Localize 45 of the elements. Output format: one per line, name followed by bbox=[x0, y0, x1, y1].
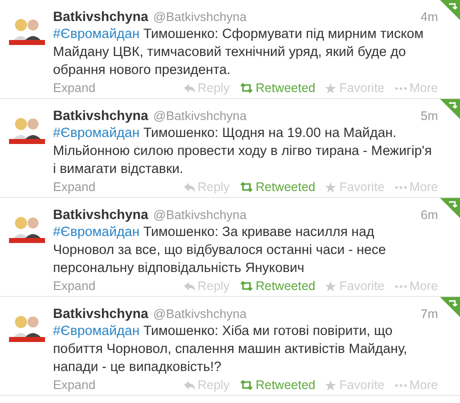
tweet-text: #Євромайдан Тимошенко: Сформувати під мирним тиском Майдану ЦВК, тимчасовий технічний уряд, який буде до обрання нового президента. bbox=[53, 25, 425, 79]
retweet-button[interactable]: Retweeted bbox=[240, 81, 316, 95]
timestamp[interactable]: 5m bbox=[420, 109, 438, 123]
expand-link[interactable]: Expand bbox=[53, 378, 96, 392]
user-handle: @Batkivshchyna bbox=[153, 208, 247, 222]
hashtag-link[interactable]: #Євромайдан bbox=[53, 224, 140, 239]
retweet-button[interactable]: Retweeted bbox=[240, 378, 316, 392]
hashtag-link[interactable]: #Євромайдан bbox=[53, 26, 140, 41]
star-icon bbox=[325, 82, 336, 94]
user-handle: @Batkivshchyna bbox=[153, 109, 247, 123]
reply-icon bbox=[184, 282, 195, 290]
star-icon bbox=[325, 182, 336, 192]
star-icon bbox=[325, 380, 336, 390]
tweet-text: #Євромайдан Тимошенко: Щодня на 19.00 на Майдан. Мільйонною силою провести ходу в лігво тирана - Межигір'я і вимагати відставки. bbox=[53, 124, 433, 178]
expand-link[interactable]: Expand bbox=[53, 180, 96, 194]
reply-icon bbox=[184, 380, 195, 390]
tweet-card[interactable] bbox=[0, 198, 460, 297]
user-name[interactable]: Batkivshchyna bbox=[53, 306, 148, 321]
dots-icon bbox=[394, 86, 407, 90]
star-icon bbox=[325, 280, 336, 292]
dots-icon bbox=[394, 186, 407, 188]
expand-link[interactable]: Expand bbox=[53, 81, 96, 95]
user-handle: @Batkivshchyna bbox=[153, 307, 247, 321]
tweet-text: #Євромайдан Тимошенко: За криваве насилля над Чорновол за все, що відбувалося останні часи - несе персональну відповідальність Янукович bbox=[53, 223, 387, 277]
expand-link[interactable]: Expand bbox=[53, 279, 96, 293]
retweet-icon bbox=[240, 83, 253, 93]
user-name[interactable]: Batkivshchyna bbox=[53, 108, 148, 123]
user-name[interactable]: Batkivshchyna bbox=[53, 9, 148, 24]
timestamp[interactable]: 4m bbox=[420, 10, 438, 24]
retweet-icon bbox=[240, 281, 253, 291]
tweet-text: #Євромайдан Тимошенко: Хіба ми готові повірити, що побиття Чорновол, спалення машин активістів Майдану, напади - це випадковість!? bbox=[53, 322, 408, 376]
reply-icon bbox=[184, 182, 195, 192]
timestamp[interactable]: 7m bbox=[420, 307, 438, 321]
dots-icon bbox=[394, 384, 407, 386]
user-handle: @Batkivshchyna bbox=[153, 10, 247, 24]
retweet-icon bbox=[240, 380, 253, 390]
retweet-icon bbox=[240, 182, 253, 192]
hashtag-link[interactable]: #Євромайдан bbox=[53, 125, 140, 140]
hashtag-link[interactable]: #Євромайдан bbox=[53, 323, 140, 338]
timestamp[interactable]: 6m bbox=[420, 208, 438, 222]
retweet-button[interactable]: Retweeted bbox=[240, 279, 316, 293]
dots-icon bbox=[394, 284, 407, 288]
retweet-button[interactable]: Retweeted bbox=[240, 180, 316, 194]
reply-icon bbox=[184, 84, 195, 92]
user-name[interactable]: Batkivshchyna bbox=[53, 207, 148, 222]
